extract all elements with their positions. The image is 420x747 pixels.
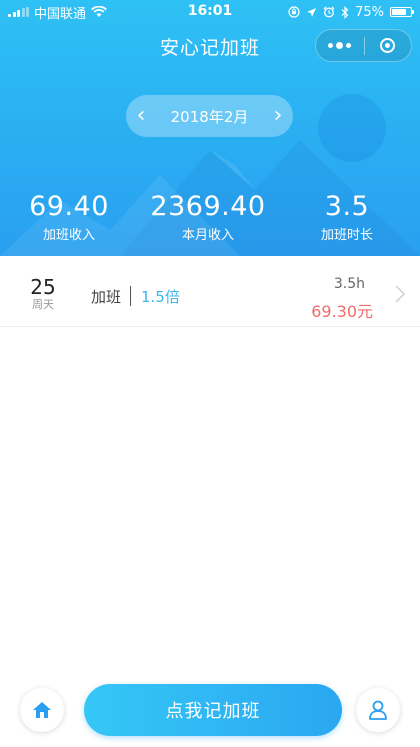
bluetooth-icon: [341, 5, 349, 19]
more-icon[interactable]: [316, 30, 364, 61]
home-button[interactable]: [20, 688, 64, 732]
status-bar: 中国联通 16:01 75%: [0, 0, 420, 24]
header-banner: 中国联通 16:01 75% 安心记加班 ‹ 2018年2月 › 69.40 加…: [0, 0, 420, 256]
record-amount: 69.30元: [311, 302, 373, 321]
chevron-right-icon[interactable]: ›: [263, 95, 293, 137]
record-day: 25: [30, 275, 56, 299]
user-icon: [369, 700, 387, 720]
record-hours: 3.5h: [333, 276, 365, 292]
profile-button[interactable]: [356, 688, 400, 732]
status-right: 75%: [288, 4, 414, 20]
stat-value: 3.5: [324, 191, 370, 222]
list-item[interactable]: 25 周天 加班 1.5倍 3.5h 69.30元: [0, 262, 420, 327]
rotation-lock-icon: [288, 6, 300, 18]
location-icon: [307, 7, 317, 17]
record-weekday: 周天: [32, 298, 54, 311]
record-divider: [130, 286, 131, 306]
stat-value: 2369.40: [150, 191, 266, 222]
month-label[interactable]: 2018年2月: [156, 106, 263, 127]
add-overtime-button[interactable]: 点我记加班: [84, 684, 342, 736]
stat-overtime-hours: 3.5 加班时长: [297, 190, 397, 246]
stat-overtime-income: 69.40 加班收入: [18, 190, 120, 246]
battery-level-fill: [392, 9, 406, 15]
chevron-right-icon: [395, 285, 406, 303]
alarm-icon: [323, 6, 335, 18]
summary-stats: 69.40 加班收入 2369.40 本月收入 3.5 加班时长: [0, 190, 420, 250]
stat-label: 加班收入: [42, 228, 95, 243]
record-type: 加班: [91, 288, 122, 306]
close-icon[interactable]: [364, 30, 411, 61]
battery-icon: [390, 7, 414, 17]
mini-program-capsule: [315, 29, 412, 62]
stat-value: 69.40: [29, 191, 109, 222]
chevron-left-icon[interactable]: ‹: [126, 95, 156, 137]
record-date: 25 周天: [14, 276, 72, 312]
home-icon: [33, 702, 51, 718]
battery-percent: 75%: [355, 4, 384, 20]
record-rate: 1.5倍: [141, 288, 180, 306]
stat-monthly-income: 2369.40 本月收入: [143, 190, 273, 246]
stat-label: 加班时长: [320, 228, 373, 243]
app-screen: 中国联通 16:01 75% 安心记加班 ‹ 2018年2月 › 69.40 加…: [0, 0, 420, 747]
month-selector: ‹ 2018年2月 ›: [126, 95, 293, 137]
stat-label: 本月收入: [181, 228, 234, 243]
